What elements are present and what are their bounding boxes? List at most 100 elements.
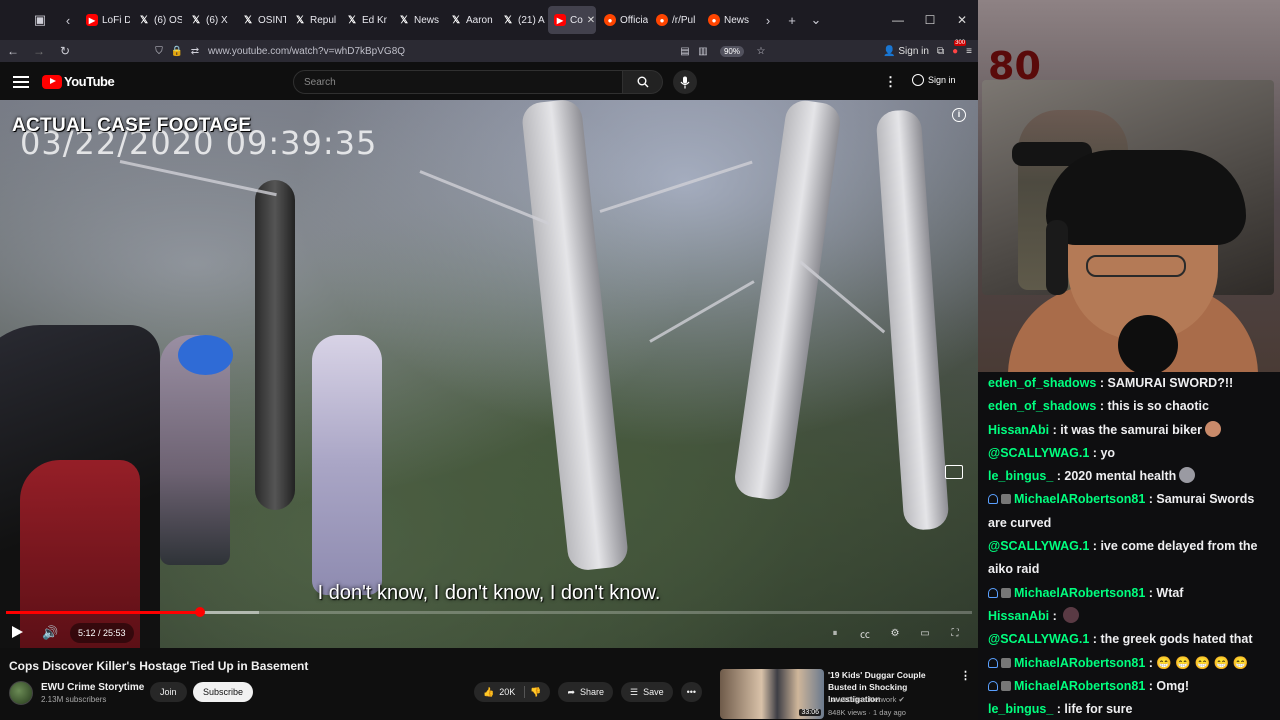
settings-gear-icon[interactable]: ⚙ (884, 623, 906, 643)
browser-tab[interactable]: 𝕏 (21) A (496, 6, 546, 34)
chat-username[interactable]: HissanAbi (988, 423, 1049, 437)
browser-tab[interactable]: 𝕏 Ed Kr (340, 6, 390, 34)
browser-tab[interactable]: 𝕏 News (392, 6, 442, 34)
play-icon[interactable] (12, 626, 23, 638)
chat-username[interactable]: @SCALLYWAG.1 (988, 632, 1089, 646)
tab-close-icon[interactable]: ✕ (587, 15, 595, 26)
recommended-channel-name: Law&Crime Network (828, 695, 897, 704)
new-tab-icon[interactable]: + (780, 8, 804, 32)
chat-username[interactable]: @SCALLYWAG.1 (988, 539, 1089, 553)
pocket-icon[interactable]: ▥ (694, 46, 712, 57)
chat-text: Omg! (1156, 678, 1190, 693)
video-player[interactable]: 03/22/2020 09:39:35 ACTUAL CASE FOOTAGE … (0, 100, 978, 648)
maximize-icon[interactable]: ☐ (914, 13, 946, 27)
save-playlist-icon: ☰ (630, 687, 639, 697)
chat-message: eden_of_shadows : this is so chaotic (988, 395, 1272, 418)
shield-icon[interactable]: ⛉ (150, 46, 168, 57)
progress-scrubber[interactable] (195, 607, 206, 617)
voice-search-button[interactable] (673, 70, 697, 94)
captions-icon[interactable]: ㏄ (854, 623, 876, 643)
subscriber-badge-icon (988, 680, 998, 691)
browser-tab[interactable]: ● /r/Pul (650, 6, 700, 34)
bookmark-star-icon[interactable]: ☆ (752, 46, 770, 57)
like-button[interactable]: 👍 20K 👎 (474, 682, 551, 702)
theater-mode-icon[interactable]: ▭ (914, 623, 936, 643)
browser-tab[interactable]: 𝕏 Aaron (444, 6, 494, 34)
forward-icon[interactable]: → (26, 44, 52, 58)
chat-message: MichaelARobertson81 : 😁 😁 😁 😁 😁 (988, 652, 1272, 675)
tab-strip: ▶ LoFi D 𝕏 (6) OS 𝕏 (6) X 𝕏 OSINT 𝕏 Repul 𝕏 Ed Kr 𝕏 N… (80, 6, 752, 34)
back-icon[interactable]: ← (0, 44, 26, 58)
chat-username[interactable]: eden_of_shadows (988, 399, 1096, 413)
extensions-icon[interactable]: ⧉ (937, 46, 944, 57)
x-icon: 𝕏 (243, 14, 253, 26)
time-display: 5:12 / 25:53 (70, 623, 134, 643)
chat-message: MichaelARobertson81 : Wtaf (988, 582, 1272, 605)
channel-avatar[interactable] (9, 681, 33, 705)
thumbs-down-icon[interactable]: 👎 (530, 682, 541, 702)
recommended-more-icon[interactable]: ⋮ (960, 669, 971, 682)
tab-scroll-left-icon[interactable]: ‹ (56, 8, 80, 32)
browser-tab[interactable]: ● Officia (598, 6, 648, 34)
subscribe-button[interactable]: Subscribe (193, 682, 254, 702)
chat-username[interactable]: eden_of_shadows (988, 376, 1096, 390)
settings-more-icon[interactable]: ⋮ (884, 74, 897, 90)
browser-tab[interactable]: ▶ LoFi D (80, 6, 130, 34)
tab-scroll-right-icon[interactable]: › (756, 8, 780, 32)
permissions-icon[interactable]: ⇄ (186, 46, 204, 57)
zoom-level[interactable]: 90% (719, 45, 744, 57)
browser-tab[interactable]: ● News (702, 6, 752, 34)
youtube-sign-in-button[interactable]: Sign in (912, 74, 956, 86)
chat-username[interactable]: MichaelARobertson81 (1014, 492, 1145, 506)
search-input[interactable] (293, 70, 623, 94)
chat-username[interactable]: le_bingus_ (988, 469, 1053, 483)
app-menu-icon[interactable]: ≡ (966, 46, 972, 57)
extension-badge-icon[interactable]: ● 300 (952, 39, 967, 57)
tab-list-icon[interactable]: ⌄ (804, 8, 828, 32)
youtube-logo[interactable]: YouTube (42, 74, 115, 89)
url-bar[interactable]: ⛉ 🔒 ⇄ www.youtube.com/watch?v=whD7kBpVG8… (150, 40, 770, 62)
youtube-icon: ▶ (554, 14, 566, 26)
x-icon: 𝕏 (503, 14, 513, 26)
close-window-icon[interactable]: ✕ (946, 13, 978, 27)
search-button[interactable] (623, 70, 663, 94)
fullscreen-icon[interactable]: ⛶ (944, 623, 966, 643)
recommended-channel[interactable]: Law&Crime Network ✔ (828, 695, 905, 704)
account-sign-in[interactable]: 👤 Sign in (883, 46, 929, 57)
chat-username[interactable]: MichaelARobertson81 (1014, 679, 1145, 693)
browser-tab[interactable]: 𝕏 Repul (288, 6, 338, 34)
reload-icon[interactable]: ↻ (52, 44, 78, 58)
chat-username[interactable]: @SCALLYWAG.1 (988, 446, 1089, 460)
join-button[interactable]: Join (150, 682, 187, 702)
autoplay-toggle-icon[interactable]: ⏸ (824, 623, 846, 643)
more-actions-button[interactable]: ••• (680, 682, 703, 702)
progress-bar[interactable] (6, 607, 972, 617)
browser-tab[interactable]: 𝕏 OSINT (236, 6, 286, 34)
chat-username[interactable]: HissanAbi (988, 609, 1049, 623)
volume-icon[interactable]: 🔊 (42, 625, 58, 641)
channel-name[interactable]: EWU Crime Storytime (41, 682, 144, 693)
recommended-thumbnail[interactable]: 33:06 (720, 669, 824, 719)
browser-window: ▣ ‹ ▶ LoFi D 𝕏 (6) OS 𝕏 (6) X 𝕏 OSINT 𝕏 Repul 𝕏 Ed … (0, 0, 978, 720)
browser-tab[interactable]: 𝕏 (6) OS (132, 6, 182, 34)
browser-tab[interactable]: ▶ Co ✕ (548, 6, 596, 34)
hamburger-menu-icon[interactable] (12, 73, 30, 91)
chat-username[interactable]: le_bingus_ (988, 702, 1053, 716)
reader-view-icon[interactable]: ▤ (676, 46, 694, 57)
tab-overview-icon[interactable]: ▣ (28, 8, 52, 32)
webcam-feed: 80 (978, 0, 1280, 372)
url-text[interactable]: www.youtube.com/watch?v=whD7kBpVG8Q (208, 46, 405, 57)
chat-username[interactable]: MichaelARobertson81 (1014, 586, 1145, 600)
lock-icon[interactable]: 🔒 (168, 46, 186, 57)
case-footage-label: ACTUAL CASE FOOTAGE (12, 115, 252, 136)
miniplayer-icon[interactable] (945, 465, 963, 479)
share-button[interactable]: ➦ Share (558, 682, 614, 702)
browser-tab[interactable]: 𝕏 (6) X (184, 6, 234, 34)
info-icon[interactable]: i (952, 108, 966, 122)
save-button[interactable]: ☰ Save (621, 682, 673, 702)
minimize-icon[interactable]: — (882, 13, 914, 27)
chat-username[interactable]: MichaelARobertson81 (1014, 656, 1145, 670)
x-icon: 𝕏 (451, 14, 461, 26)
tab-bar: ▣ ‹ ▶ LoFi D 𝕏 (6) OS 𝕏 (6) X 𝕏 OSINT 𝕏 Repul 𝕏 Ed … (0, 0, 978, 40)
tab-label: Co (570, 14, 583, 26)
